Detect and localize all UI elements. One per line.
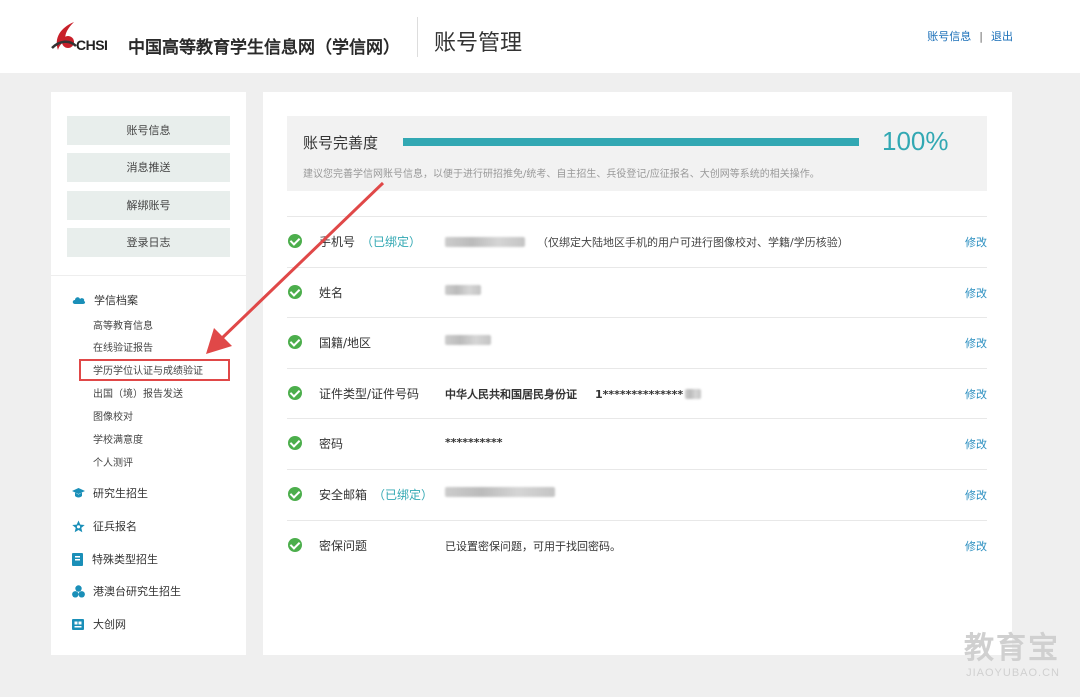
row-label: 手机号 （已绑定）	[319, 233, 421, 250]
row-value: 已设置密保问题，可用于找回密码。	[445, 540, 621, 553]
sidebar-section-label: 研究生招生	[93, 487, 148, 500]
masked-value	[445, 237, 525, 247]
account-completeness: 账号完善度 100% 建议您完善学信网账号信息，以便于进行研招推免/统考、自主招…	[287, 116, 987, 191]
edit-security-question-link[interactable]: 修改	[965, 538, 987, 554]
check-icon	[288, 436, 302, 450]
row-value: **********	[445, 436, 503, 449]
sidebar-item-image-proofreading[interactable]: 图像校对	[93, 408, 133, 423]
row-label: 姓名	[319, 286, 344, 300]
sidebar-section-label: 大创网	[93, 618, 126, 631]
masked-value	[685, 389, 702, 399]
sidebar-divider	[51, 275, 246, 276]
edit-id-link[interactable]: 修改	[965, 386, 987, 402]
row-value	[445, 487, 555, 497]
edit-email-link[interactable]: 修改	[965, 487, 987, 503]
edit-name-link[interactable]: 修改	[965, 285, 987, 301]
row-phone: 手机号 （已绑定） （仅绑定大陆地区手机的用户可进行图像校对、学籍/学历核验） 修…	[287, 216, 987, 267]
bound-status: （已绑定）	[361, 235, 422, 249]
progress-percent: 100%	[882, 126, 949, 156]
sidebar-section-archive[interactable]: 学信档案	[72, 292, 138, 308]
edit-phone-link[interactable]: 修改	[965, 234, 987, 250]
row-security-question: 密保问题 已设置密保问题，可用于找回密码。 修改	[287, 520, 987, 571]
edit-nationality-link[interactable]: 修改	[965, 335, 987, 351]
sidebar: 账号信息 消息推送 解绑账号 登录日志 学信档案 高等教育信息 在线验证报告 学…	[51, 92, 246, 655]
row-nationality: 国籍/地区 修改	[287, 317, 987, 368]
progress-bar	[403, 138, 859, 146]
sidebar-button-unbind-account[interactable]: 解绑账号	[67, 191, 230, 220]
bound-status: （已绑定）	[373, 488, 434, 502]
password-mask: **********	[445, 436, 503, 449]
watermark-en: JIAOYUBAO.CN	[966, 667, 1060, 679]
link-separator: |	[979, 30, 983, 43]
sidebar-item-personal-assessment[interactable]: 个人测评	[93, 454, 133, 469]
watermark-cn: 教育宝	[964, 631, 1060, 666]
header-divider	[417, 17, 418, 57]
book-icon	[72, 552, 83, 566]
site-name[interactable]: 中国高等教育学生信息网（学信网）	[128, 33, 400, 58]
sidebar-section-graduate-admission[interactable]: 研究生招生	[72, 485, 148, 501]
masked-value	[445, 285, 481, 295]
sidebar-button-message-push[interactable]: 消息推送	[67, 153, 230, 182]
row-label: 密保问题	[319, 539, 368, 553]
sidebar-section-special-admission[interactable]: 特殊类型招生	[72, 551, 158, 567]
star-icon	[72, 520, 85, 532]
row-label-text: 手机号	[319, 235, 356, 249]
check-icon	[288, 285, 302, 299]
check-icon	[288, 234, 302, 248]
sidebar-section-hmt-graduate[interactable]: 港澳台研究生招生	[72, 583, 181, 599]
row-name: 姓名 修改	[287, 267, 987, 318]
masked-value	[445, 487, 555, 497]
top-links: 账号信息 | 退出	[927, 28, 1013, 44]
sidebar-section-label: 学信档案	[94, 294, 138, 307]
watermark: 教育宝 JIAOYUBAO.CN	[964, 623, 1060, 679]
sidebar-button-account-info[interactable]: 账号信息	[67, 116, 230, 145]
row-label: 国籍/地区	[319, 336, 372, 350]
check-icon	[288, 335, 302, 349]
row-value: （仅绑定大陆地区手机的用户可进行图像校对、学籍/学历核验）	[445, 234, 849, 250]
sidebar-section-label: 港澳台研究生招生	[93, 585, 181, 598]
main-panel: 账号完善度 100% 建议您完善学信网账号信息，以便于进行研招推免/统考、自主招…	[263, 92, 1012, 655]
phone-note: （仅绑定大陆地区手机的用户可进行图像校对、学籍/学历核验）	[537, 236, 849, 249]
id-type: 中华人民共和国居民身份证	[445, 388, 577, 401]
top-header: CHSI 中国高等教育学生信息网（学信网） 账号管理 账号信息 | 退出	[0, 0, 1080, 73]
row-email: 安全邮箱 （已绑定） 修改	[287, 469, 987, 520]
row-password: 密码 ********** 修改	[287, 418, 987, 469]
row-value	[445, 335, 491, 345]
edit-password-link[interactable]: 修改	[965, 436, 987, 452]
box-icon	[72, 618, 84, 630]
masked-value	[445, 335, 491, 345]
row-label: 安全邮箱 （已绑定）	[319, 486, 433, 503]
sidebar-item-school-satisfaction[interactable]: 学校满意度	[93, 431, 143, 446]
sidebar-section-conscription[interactable]: 征兵报名	[72, 518, 137, 534]
row-label: 证件类型/证件号码	[319, 387, 420, 401]
check-icon	[288, 487, 302, 501]
sidebar-section-label: 征兵报名	[93, 520, 137, 533]
logout-link[interactable]: 退出	[991, 30, 1013, 43]
row-value	[445, 285, 481, 295]
row-id: 证件类型/证件号码 中华人民共和国居民身份证 1************** 修改	[287, 368, 987, 419]
cloud-icon	[72, 297, 86, 304]
highlight-box	[79, 359, 230, 381]
row-label: 密码	[319, 437, 344, 451]
sidebar-section-dachuang[interactable]: 大创网	[72, 616, 126, 632]
id-number: 1**************	[595, 387, 684, 401]
logo-text: CHSI	[76, 37, 108, 53]
sidebar-item-higher-education-info[interactable]: 高等教育信息	[93, 317, 153, 332]
progress-label: 账号完善度	[303, 134, 379, 152]
three-circles-icon	[72, 584, 85, 597]
sidebar-button-login-log[interactable]: 登录日志	[67, 228, 230, 257]
row-label-text: 安全邮箱	[319, 488, 368, 502]
progress-fill	[403, 138, 859, 146]
account-info-link[interactable]: 账号信息	[927, 30, 971, 43]
sidebar-section-label: 特殊类型招生	[92, 553, 158, 566]
sidebar-item-overseas-report[interactable]: 出国（境）报告发送	[93, 385, 183, 400]
progress-tip: 建议您完善学信网账号信息，以便于进行研招推免/统考、自主招生、兵役登记/应征报名…	[303, 169, 820, 180]
page-title: 账号管理	[434, 31, 523, 56]
graduation-cap-icon	[72, 488, 85, 498]
check-icon	[288, 538, 302, 552]
sidebar-item-online-verification-report[interactable]: 在线验证报告	[93, 339, 153, 354]
check-icon	[288, 386, 302, 400]
row-value: 中华人民共和国居民身份证 1**************	[445, 386, 702, 402]
